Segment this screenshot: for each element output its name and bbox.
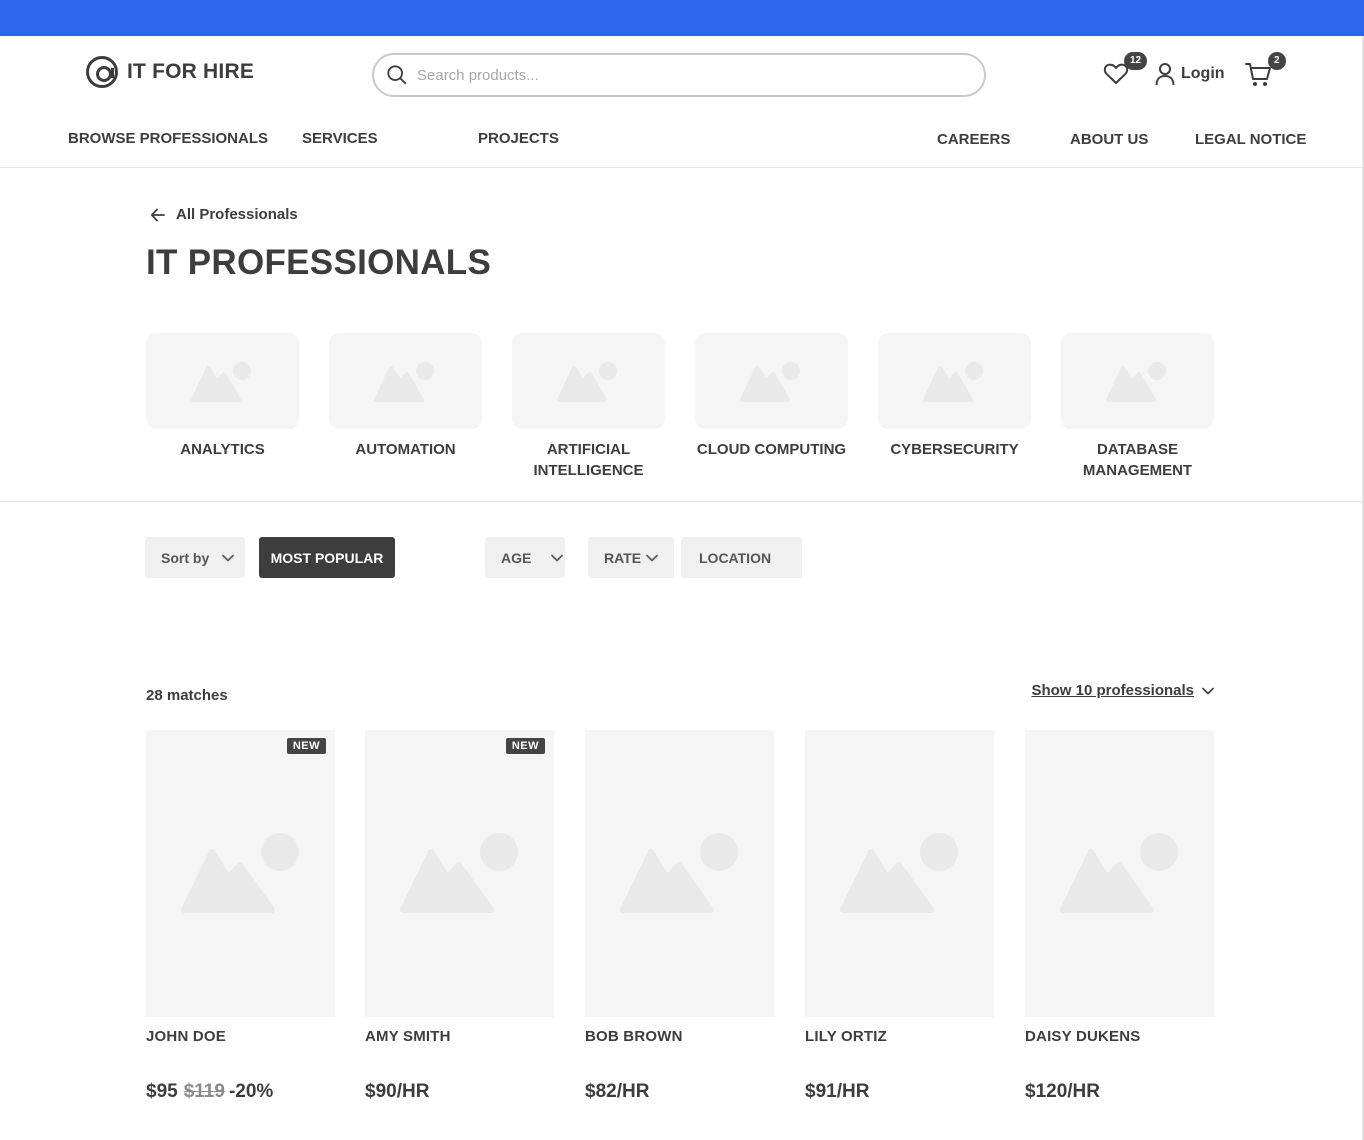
nav-browse-professionals[interactable]: BROWSE PROFESSIONALS xyxy=(68,130,268,147)
category-image xyxy=(512,333,665,429)
image-placeholder-icon xyxy=(740,362,800,402)
professional-card[interactable]: LILY ORTIZ $91/HR xyxy=(805,730,994,1103)
new-badge: NEW xyxy=(286,738,326,754)
image-placeholder-icon xyxy=(191,362,251,402)
nav-careers[interactable]: CAREERS xyxy=(937,131,1010,148)
professional-photo xyxy=(805,730,994,1017)
category-image xyxy=(695,333,848,429)
page-size-label: Show 10 professionals xyxy=(1031,682,1194,699)
professional-photo: NEW xyxy=(146,730,335,1017)
professional-card[interactable]: NEW AMY SMITH $90/HR xyxy=(365,730,554,1103)
brand-logo[interactable]: IT FOR HIRE xyxy=(86,56,254,88)
category-database-management[interactable]: DATABASE MANAGEMENT xyxy=(1061,333,1214,481)
category-cloud-computing[interactable]: CLOUD COMPUTING xyxy=(695,333,848,460)
image-placeholder-icon xyxy=(400,833,518,913)
professional-photo: NEW xyxy=(365,730,554,1017)
professional-price: $82/HR xyxy=(585,1081,650,1102)
professional-name: JOHN DOE xyxy=(146,1028,226,1045)
age-filter[interactable]: AGE xyxy=(485,537,565,578)
most-popular-button[interactable]: MOST POPULAR xyxy=(259,537,395,578)
login-label: Login xyxy=(1181,65,1225,82)
location-filter-label: LOCATION xyxy=(699,549,772,566)
category-label: DATABASE MANAGEMENT xyxy=(1082,441,1193,479)
category-image xyxy=(146,333,299,429)
rate-filter[interactable]: RATE xyxy=(588,537,674,578)
professional-name: DAISY DUKENS xyxy=(1025,1028,1141,1045)
professional-name: AMY SMITH xyxy=(365,1028,451,1045)
chevron-down-icon xyxy=(551,554,564,561)
image-placeholder-icon xyxy=(1060,833,1178,913)
image-placeholder-icon xyxy=(181,833,299,913)
user-icon xyxy=(1155,63,1175,86)
professional-photo xyxy=(1025,730,1214,1017)
category-analytics[interactable]: ANALYTICS xyxy=(146,333,299,460)
search-icon[interactable] xyxy=(386,64,408,86)
category-artificial-intelligence[interactable]: ARTIFICIAL INTELLIGENCE xyxy=(512,333,665,481)
image-placeholder-icon xyxy=(1106,362,1166,402)
page-title: IT PROFESSIONALS xyxy=(146,243,492,282)
professional-name: BOB BROWN xyxy=(585,1028,683,1045)
wishlist-count-badge: 12 xyxy=(1124,52,1148,70)
category-automation[interactable]: AUTOMATION xyxy=(329,333,482,460)
professional-card[interactable]: NEW JOHN DOE $95 $119 -20% xyxy=(146,730,335,1103)
professional-name: LILY ORTIZ xyxy=(805,1028,888,1045)
sort-by-dropdown[interactable]: Sort by xyxy=(145,537,245,578)
category-label: ARTIFICIAL INTELLIGENCE xyxy=(533,441,644,479)
image-placeholder-icon xyxy=(840,833,958,913)
professional-photo xyxy=(585,730,774,1017)
category-image xyxy=(1061,333,1214,429)
professional-price: $90/HR xyxy=(365,1081,430,1102)
image-placeholder-icon xyxy=(620,833,738,913)
chevron-down-icon xyxy=(222,554,235,561)
rate-filter-label: RATE xyxy=(604,549,642,566)
category-image xyxy=(878,333,1031,429)
image-placeholder-icon xyxy=(374,362,434,402)
current-price: $95 xyxy=(146,1081,178,1102)
page-size-dropdown[interactable]: Show 10 professionals xyxy=(1031,682,1214,699)
category-image xyxy=(329,333,482,429)
cart-button[interactable]: 2 xyxy=(1245,52,1286,88)
match-count: 28 matches xyxy=(146,687,228,704)
image-placeholder-icon xyxy=(557,362,617,402)
professional-card[interactable]: BOB BROWN $82/HR xyxy=(585,730,774,1103)
category-label: CLOUD COMPUTING xyxy=(696,441,847,458)
professional-card[interactable]: DAISY DUKENS $120/HR xyxy=(1025,730,1214,1103)
professional-price: $91/HR xyxy=(805,1081,870,1102)
back-link[interactable]: All Professionals xyxy=(150,206,298,223)
image-placeholder-icon xyxy=(923,362,983,402)
main-nav: BROWSE PROFESSIONALS SERVICES PROJECTS C… xyxy=(0,114,1362,168)
category-list: ANALYTICS AUTOMATION ARTIFICIAL INTELLIG… xyxy=(146,333,1214,483)
professional-price: $95 $119 -20% xyxy=(146,1081,335,1103)
location-filter[interactable]: LOCATION xyxy=(681,537,802,578)
top-accent-bar xyxy=(0,0,1364,36)
login-button[interactable]: Login xyxy=(1155,62,1225,86)
category-label: CYBERSECURITY xyxy=(890,441,1019,458)
chevron-down-icon xyxy=(1202,687,1214,694)
new-badge: NEW xyxy=(505,738,545,754)
sort-by-label: Sort by xyxy=(161,549,210,566)
search-input[interactable] xyxy=(417,66,957,84)
chevron-down-icon xyxy=(646,554,658,561)
search-bar[interactable] xyxy=(372,53,986,97)
nav-services[interactable]: SERVICES xyxy=(302,130,378,147)
age-filter-label: AGE xyxy=(501,549,532,566)
section-divider xyxy=(0,501,1362,502)
nav-projects[interactable]: PROJECTS xyxy=(478,130,559,147)
at-sign-icon xyxy=(86,56,118,88)
back-link-label: All Professionals xyxy=(176,206,298,223)
category-cybersecurity[interactable]: CYBERSECURITY xyxy=(878,333,1031,460)
category-label: AUTOMATION xyxy=(355,441,456,458)
original-price: $119 xyxy=(183,1081,225,1102)
category-label: ANALYTICS xyxy=(180,441,265,458)
discount-label: -20% xyxy=(228,1081,274,1102)
brand-name: IT FOR HIRE xyxy=(127,60,255,83)
arrow-left-icon xyxy=(150,208,165,221)
site-header: IT FOR HIRE 12 Login 2 xyxy=(0,36,1362,114)
nav-about-us[interactable]: ABOUT US xyxy=(1070,131,1148,148)
nav-legal-notice[interactable]: LEGAL NOTICE xyxy=(1195,131,1306,148)
professional-price: $120/HR xyxy=(1025,1081,1100,1102)
cart-count-badge: 2 xyxy=(1268,52,1286,70)
wishlist-button[interactable]: 12 xyxy=(1103,52,1148,86)
